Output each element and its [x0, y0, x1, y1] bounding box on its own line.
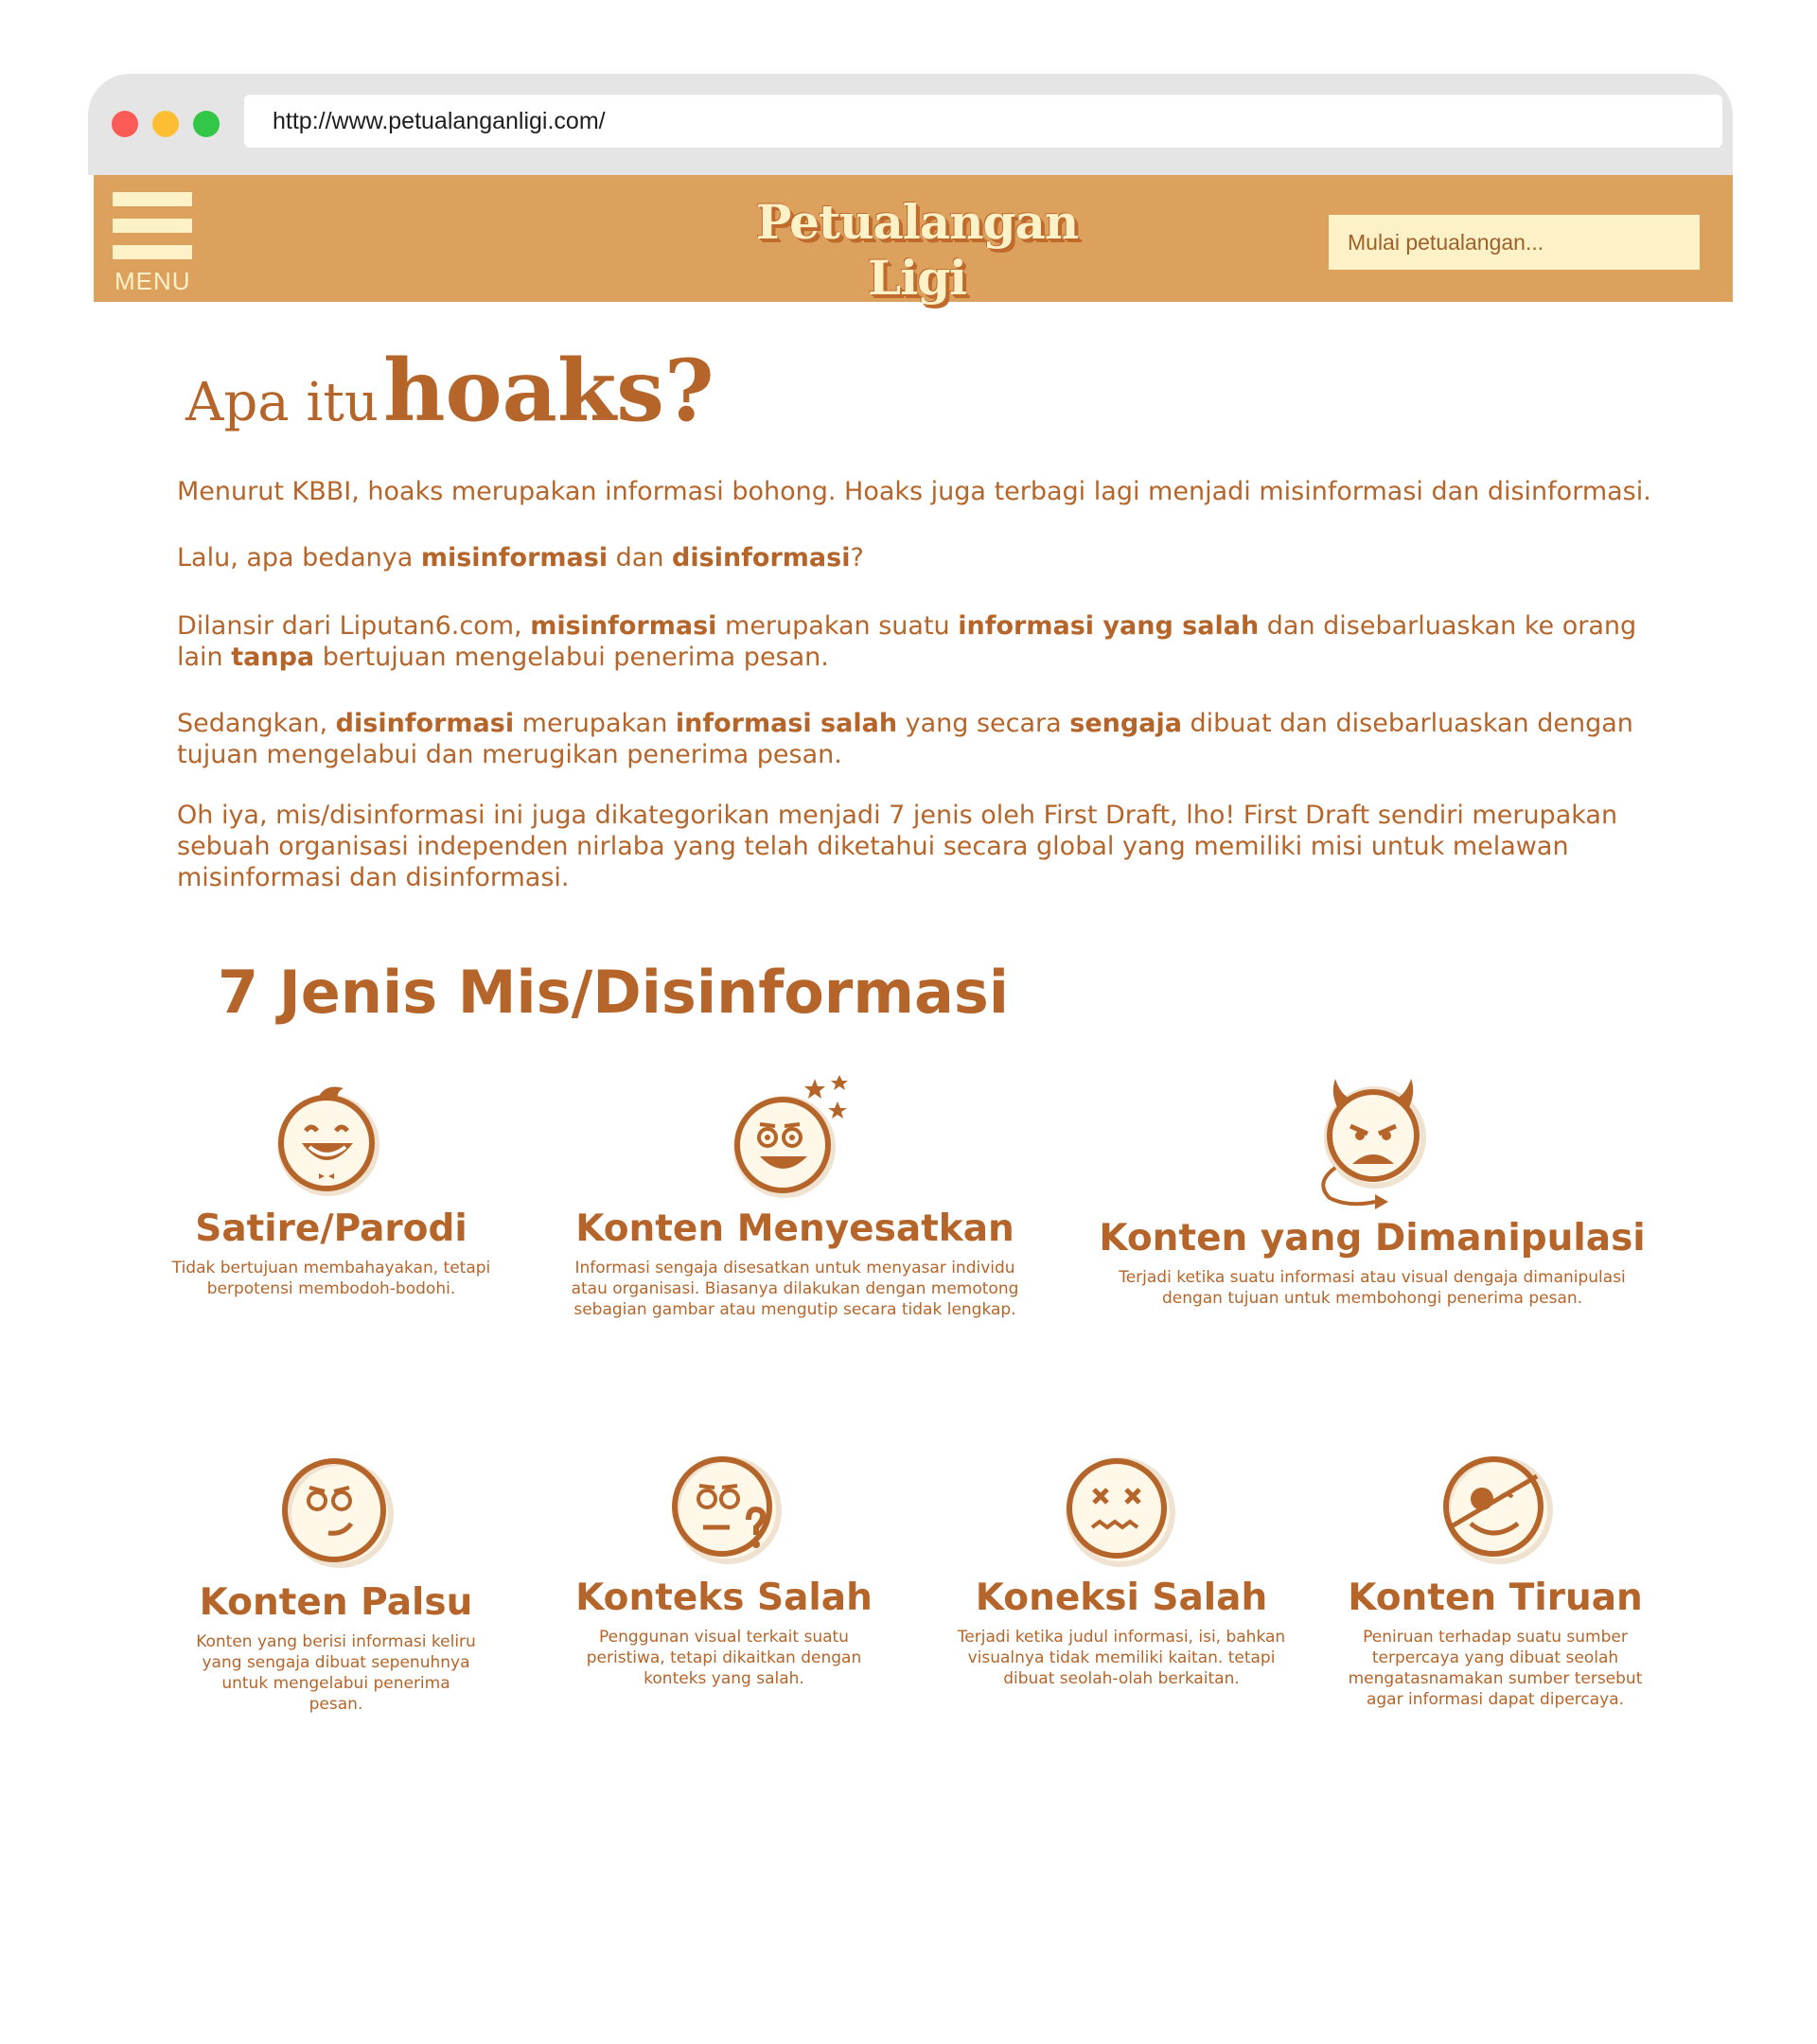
type-card-satire: Satire/Parodi Tidak bertujuan membahayak…: [142, 1079, 520, 1299]
section-title: 7 Jenis Mis/Disinformasi: [218, 958, 1009, 1027]
site-navbar: MENU Petualangan Ligi: [94, 175, 1733, 306]
text: merupakan: [514, 709, 676, 738]
type-card-imposter: Konten Tiruan Peniruan terhadap suatu su…: [1334, 1448, 1656, 1710]
type-description: Peniruan terhadap suatu sumber terpercay…: [1348, 1628, 1643, 1709]
devil-face-icon: [1321, 1079, 1426, 1209]
dizzy-face-icon: [733, 1075, 848, 1198]
text: Lalu, apa bedanya: [177, 543, 421, 573]
text: dan: [608, 543, 673, 573]
emphasis: misinformasi: [420, 543, 609, 573]
hamburger-icon-bar: [113, 245, 192, 259]
text: ?: [850, 543, 864, 573]
text: yang secara: [897, 709, 1070, 738]
type-title: Konten Palsu: [199, 1581, 473, 1624]
type-description: Penggunan visual terkait suatu peristiwa…: [586, 1628, 862, 1688]
type-title: Koneksi Salah: [975, 1577, 1268, 1619]
type-title: Konten Menyesatkan: [575, 1207, 1014, 1250]
emphasis: tanpa: [231, 643, 315, 672]
type-title: Konten yang Dimanipulasi: [1099, 1217, 1646, 1260]
disinformation-paragraph: Sedangkan, disinformasi merupakan inform…: [177, 708, 1663, 770]
emphasis: disinformasi: [672, 543, 851, 573]
confused-face-icon: [672, 1456, 782, 1564]
emphasis: informasi yang salah: [958, 611, 1260, 641]
type-description: Tidak bertujuan membahayakan, tetapi ber…: [171, 1259, 491, 1298]
type-title: Konten Tiruan: [1348, 1577, 1643, 1619]
text: merupakan suatu: [716, 611, 959, 641]
browser-titlebar: http://www.petualanganligi.com/: [88, 74, 1733, 175]
emphasis: informasi salah: [675, 709, 898, 738]
type-card-false-connection: Koneksi Salah Terjadi ketika judul infor…: [946, 1448, 1297, 1689]
type-card-fabricated: Konten Palsu Konten yang berisi informas…: [189, 1448, 483, 1715]
close-window-button[interactable]: [112, 111, 138, 137]
emphasis: disinformasi: [335, 709, 515, 738]
misinformation-paragraph: Dilansir dari Liputan6.com, misinformasi…: [177, 610, 1663, 673]
type-title: Satire/Parodi: [195, 1207, 467, 1250]
site-logo[interactable]: Petualangan Ligi: [709, 194, 1125, 306]
type-title: Konteks Salah: [575, 1577, 873, 1619]
eyepatch-face-icon: [1443, 1456, 1553, 1564]
page-title: Apa itu hoaks?: [185, 341, 714, 441]
type-description: Konten yang berisi informasi keliru yang…: [196, 1632, 476, 1714]
address-bar[interactable]: http://www.petualanganligi.com/: [244, 95, 1722, 148]
type-card-manipulated: Konten yang Dimanipulasi Terjadi ketika …: [1079, 1069, 1666, 1309]
maximize-window-button[interactable]: [193, 111, 220, 137]
question-paragraph: Lalu, apa bedanya misinformasi dan disin…: [177, 542, 1663, 573]
emphasis: sengaja: [1069, 709, 1182, 738]
menu-button[interactable]: MENU: [113, 192, 198, 296]
hamburger-icon-bar: [113, 219, 192, 233]
intro-paragraph: Menurut KBBI, hoaks merupakan informasi …: [177, 477, 1651, 506]
type-card-misleading: Konten Menyesatkan Informasi sengaja dis…: [558, 1069, 1032, 1320]
menu-label: MENU: [115, 267, 191, 295]
minimize-window-button[interactable]: [152, 111, 179, 137]
search-input[interactable]: [1329, 215, 1700, 270]
hamburger-icon: [113, 192, 192, 206]
text: bertujuan mengelabui penerima pesan.: [314, 643, 829, 672]
type-description: Terjadi ketika judul informasi, isi, bah…: [957, 1628, 1286, 1688]
smirk-face-icon: [282, 1458, 394, 1568]
text: Dilansir dari Liputan6.com,: [177, 611, 531, 641]
type-card-false-context: Konteks Salah Penggunan visual terkait s…: [568, 1448, 880, 1689]
page-title-prefix: Apa itu: [185, 372, 379, 433]
page-title-emphasis: hoaks?: [383, 341, 714, 441]
emphasis: misinformasi: [530, 611, 717, 641]
dead-face-icon: [1065, 1457, 1175, 1567]
type-description: Informasi sengaja disesatkan untuk menya…: [571, 1259, 1019, 1319]
type-description: Terjadi ketika suatu informasi atau visu…: [1119, 1268, 1626, 1308]
text: Sedangkan,: [177, 709, 336, 738]
laughing-face-icon: [277, 1086, 379, 1196]
first-draft-paragraph: Oh iya, mis/disinformasi ini juga dikate…: [177, 801, 1618, 892]
